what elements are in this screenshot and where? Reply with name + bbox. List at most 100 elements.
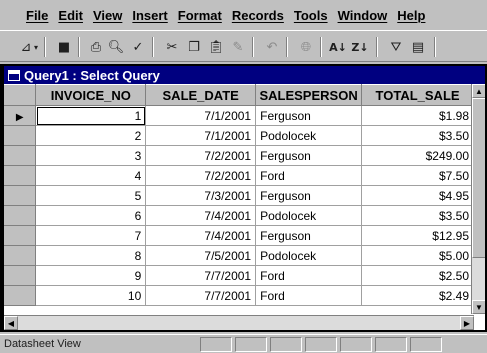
cell-total-sale[interactable]: $3.50 — [361, 125, 474, 146]
cell-invoice-no[interactable]: 10 — [35, 285, 147, 306]
copy-icon[interactable]: ❐ — [184, 37, 204, 57]
sort-descending-icon[interactable]: Z↓ — [350, 37, 370, 57]
cut-icon[interactable]: ✂ — [162, 37, 182, 57]
row-selector[interactable] — [4, 285, 37, 306]
cell-invoice-no[interactable]: 2 — [35, 125, 147, 146]
cell-sale-date[interactable]: 7/7/2001 — [145, 285, 257, 306]
horizontal-scrollbar[interactable]: ◀ ▶ — [4, 315, 474, 330]
print-icon[interactable]: ⎙ — [86, 37, 106, 57]
cell-total-sale[interactable]: $249.00 — [361, 145, 474, 166]
cell-sale-date[interactable]: 7/3/2001 — [145, 185, 257, 206]
cell-sale-date[interactable]: 7/4/2001 — [145, 225, 257, 246]
cell-salesperson[interactable]: Ford — [255, 165, 363, 186]
table-row: 3 7/2/2001 Ferguson $249.00 — [4, 145, 474, 166]
menu-window[interactable]: Window — [338, 8, 388, 23]
cell-salesperson[interactable]: Podolocek — [255, 245, 363, 266]
spelling-icon[interactable]: ✓ — [128, 37, 148, 57]
menu-insert[interactable]: Insert — [132, 8, 167, 23]
filter-by-form-icon[interactable]: ▤ — [408, 37, 428, 57]
menu-view[interactable]: View — [93, 8, 122, 23]
cell-total-sale[interactable]: $2.50 — [361, 265, 474, 286]
window-title: Query1 : Select Query — [24, 67, 160, 83]
header-row: INVOICE_NO SALE_DATE SALESPERSON TOTAL_S… — [4, 84, 474, 106]
save-icon[interactable]: ■ — [54, 37, 74, 57]
sort-ascending-icon[interactable]: A↓ — [328, 37, 348, 57]
cell-salesperson[interactable]: Ford — [255, 285, 363, 306]
paste-icon[interactable]: 📋︎ — [206, 37, 226, 57]
table-row: 2 7/1/2001 Podolocek $3.50 — [4, 125, 474, 146]
row-selector[interactable] — [4, 205, 37, 226]
cell-invoice-no[interactable]: 5 — [35, 185, 147, 206]
scroll-down-arrow-icon[interactable]: ▼ — [472, 300, 485, 314]
row-selector[interactable]: ▶ — [4, 105, 37, 126]
cell-salesperson[interactable]: Podolocek — [255, 205, 363, 226]
menu-bar: File Edit View Insert Format Records Too… — [0, 0, 487, 30]
cell-salesperson[interactable]: Ferguson — [255, 145, 363, 166]
select-all-corner[interactable] — [4, 84, 37, 106]
filter-by-selection-icon[interactable]: ⛛ — [386, 37, 406, 57]
scroll-up-arrow-icon[interactable]: ▲ — [472, 84, 485, 98]
cell-invoice-no[interactable]: 9 — [35, 265, 147, 286]
scroll-left-arrow-icon[interactable]: ◀ — [4, 316, 18, 330]
cell-sale-date[interactable]: 7/1/2001 — [145, 105, 257, 126]
cell-salesperson[interactable]: Ferguson — [255, 105, 363, 126]
status-panel — [270, 336, 302, 352]
cell-sale-date[interactable]: 7/2/2001 — [145, 165, 257, 186]
cell-invoice-no[interactable]: 3 — [35, 145, 147, 166]
cell-salesperson[interactable]: Ford — [255, 265, 363, 286]
row-selector[interactable] — [4, 185, 37, 206]
cell-salesperson[interactable]: Ferguson — [255, 185, 363, 206]
cell-total-sale[interactable]: $2.49 — [361, 285, 474, 306]
menu-format[interactable]: Format — [178, 8, 222, 23]
cell-total-sale[interactable]: $5.00 — [361, 245, 474, 266]
status-panel — [305, 336, 337, 352]
cell-sale-date[interactable]: 7/5/2001 — [145, 245, 257, 266]
cell-invoice-no[interactable]: 1 — [35, 105, 147, 126]
cell-total-sale[interactable]: $3.50 — [361, 205, 474, 226]
cell-sale-date[interactable]: 7/4/2001 — [145, 205, 257, 226]
cell-invoice-no[interactable]: 4 — [35, 165, 147, 186]
cell-total-sale[interactable]: $1.98 — [361, 105, 474, 126]
column-header-total-sale[interactable]: TOTAL_SALE — [361, 84, 474, 106]
column-header-sale-date[interactable]: SALE_DATE — [145, 84, 257, 106]
vertical-scrollbar[interactable]: ▲ ▼ — [471, 84, 485, 314]
table-row: 6 7/4/2001 Podolocek $3.50 — [4, 205, 474, 226]
cell-salesperson[interactable]: Ferguson — [255, 225, 363, 246]
print-preview-icon[interactable]: 🔍︎ — [106, 37, 126, 57]
cell-invoice-no[interactable]: 7 — [35, 225, 147, 246]
undo-icon[interactable]: ↶ — [262, 37, 282, 57]
menu-file[interactable]: File — [26, 8, 48, 23]
row-selector[interactable] — [4, 245, 37, 266]
row-selector[interactable] — [4, 165, 37, 186]
toolbar-separator — [78, 37, 80, 57]
cell-invoice-no[interactable]: 6 — [35, 205, 147, 226]
menu-edit[interactable]: Edit — [58, 8, 83, 23]
column-header-salesperson[interactable]: SALESPERSON — [255, 84, 363, 106]
row-selector[interactable] — [4, 265, 37, 286]
row-selector[interactable] — [4, 125, 37, 146]
cell-total-sale[interactable]: $4.95 — [361, 185, 474, 206]
format-painter-icon[interactable]: ✎ — [228, 37, 248, 57]
table-row: 9 7/7/2001 Ford $2.50 — [4, 265, 474, 286]
cell-sale-date[interactable]: 7/2/2001 — [145, 145, 257, 166]
hyperlink-icon[interactable]: 🌐︎ — [296, 37, 316, 57]
view-dropdown-icon[interactable]: ▾ — [32, 37, 40, 57]
row-selector[interactable] — [4, 225, 37, 246]
cell-invoice-no[interactable]: 8 — [35, 245, 147, 266]
menu-tools[interactable]: Tools — [294, 8, 328, 23]
scroll-right-arrow-icon[interactable]: ▶ — [460, 316, 474, 330]
vertical-scroll-thumb[interactable] — [472, 98, 485, 258]
menu-help[interactable]: Help — [397, 8, 425, 23]
window-title-bar[interactable]: Query1 : Select Query — [4, 66, 485, 84]
cell-salesperson[interactable]: Podolocek — [255, 125, 363, 146]
column-header-invoice-no[interactable]: INVOICE_NO — [35, 84, 147, 106]
cell-total-sale[interactable]: $12.95 — [361, 225, 474, 246]
cell-sale-date[interactable]: 7/1/2001 — [145, 125, 257, 146]
row-selector[interactable] — [4, 145, 37, 166]
cell-sale-date[interactable]: 7/7/2001 — [145, 265, 257, 286]
cell-total-sale[interactable]: $7.50 — [361, 165, 474, 186]
status-panel — [235, 336, 267, 352]
table-row: 4 7/2/2001 Ford $7.50 — [4, 165, 474, 186]
table-row: ▶ 1 7/1/2001 Ferguson $1.98 — [4, 105, 474, 126]
menu-records[interactable]: Records — [232, 8, 284, 23]
